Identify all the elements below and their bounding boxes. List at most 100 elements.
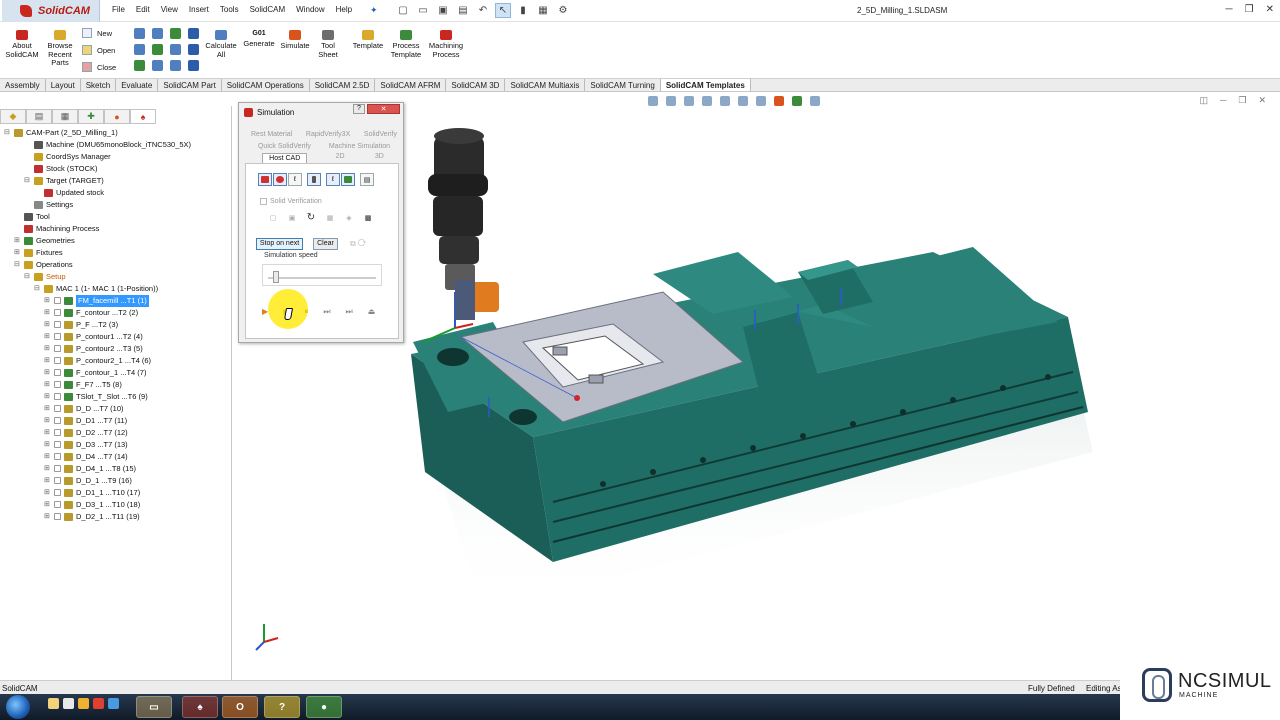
tree-item[interactable]: ⊞ P_F ...T2 (3) xyxy=(4,319,230,331)
tree-item[interactable]: Stock (STOCK) xyxy=(4,163,230,175)
tree-item[interactable]: ⊞ F_F7 ...T5 (8) xyxy=(4,379,230,391)
tab-sketch[interactable]: Sketch xyxy=(81,79,117,91)
show-tool-icon[interactable]: ℓ xyxy=(288,173,302,186)
new-document-icon[interactable]: ▢ xyxy=(395,3,411,18)
tree-item[interactable]: ⊟ Target (TARGET) xyxy=(4,175,230,187)
tree-item[interactable]: ⊞ Geometries xyxy=(4,235,230,247)
close-button[interactable]: Close xyxy=(82,62,116,72)
tree-item[interactable]: ⊞ D_D ...T7 (10) xyxy=(4,403,230,415)
show-holder-icon[interactable] xyxy=(307,173,321,186)
menu-view[interactable]: View xyxy=(161,5,178,14)
operation-checkbox[interactable] xyxy=(54,489,61,496)
clear-button[interactable]: Clear xyxy=(313,238,338,250)
tree-item[interactable]: ⊞ F_contour ...T2 (2) xyxy=(4,307,230,319)
tree-item[interactable]: ⊞ D_D2 ...T7 (12) xyxy=(4,427,230,439)
expand-icon[interactable]: ⊞ xyxy=(44,391,50,403)
quick-launch-icon[interactable] xyxy=(108,698,119,709)
quick-launch-icon[interactable] xyxy=(48,698,59,709)
collapse-icon[interactable]: ⊟ xyxy=(24,271,30,283)
tab-3d[interactable]: 3D xyxy=(373,153,386,163)
quick-launch-icon[interactable] xyxy=(63,698,74,709)
machining-process-button[interactable]: Machining Process xyxy=(424,30,468,59)
grid-icon[interactable]: ▩ xyxy=(361,211,375,224)
about-solidcam-button[interactable]: About SolidCAM xyxy=(4,30,40,59)
generate-button[interactable]: G01 Generate xyxy=(240,30,278,49)
options-gear-icon[interactable]: ⚙ xyxy=(555,3,571,18)
tree-item[interactable]: ⊟ CAM-Part (2_5D_Milling_1) xyxy=(4,127,230,139)
operation-checkbox[interactable] xyxy=(54,321,61,328)
slider-thumb[interactable] xyxy=(273,271,280,283)
app-taskbar-icon[interactable]: ● xyxy=(306,696,342,718)
ribbon-icon[interactable] xyxy=(170,28,181,39)
simulation-speed-slider[interactable] xyxy=(262,264,382,286)
tab-solidcam-afrm[interactable]: SolidCAM AFRM xyxy=(375,79,447,91)
menu-solidcam[interactable]: SolidCAM xyxy=(250,5,286,14)
quick-launch-icon[interactable] xyxy=(78,698,89,709)
expand-icon[interactable]: ⊞ xyxy=(44,427,50,439)
tree-item[interactable]: Machine (DMU65monoBlock_iTNC530_5X) xyxy=(4,139,230,151)
tab-2d[interactable]: 2D xyxy=(334,153,347,163)
operation-checkbox[interactable] xyxy=(54,357,61,364)
menu-edit[interactable]: Edit xyxy=(136,5,150,14)
expand-icon[interactable]: ⊞ xyxy=(44,343,50,355)
tree-item[interactable]: ⊟ Operations xyxy=(4,259,230,271)
tree-item[interactable]: ⊞ D_D2_1 ...T11 (19) xyxy=(4,511,230,523)
expand-icon[interactable]: ⊞ xyxy=(44,307,50,319)
ribbon-icon[interactable] xyxy=(152,60,163,71)
ribbon-icon[interactable] xyxy=(134,60,145,71)
ribbon-icon[interactable] xyxy=(152,28,163,39)
show-target-icon[interactable] xyxy=(273,173,287,186)
outlook-taskbar-icon[interactable]: O xyxy=(222,696,258,718)
feature-tree-icon[interactable]: ◆ xyxy=(0,109,26,124)
tool-sheet-button[interactable]: Tool Sheet xyxy=(314,30,342,59)
operation-checkbox[interactable] xyxy=(54,393,61,400)
tree-item[interactable]: ⊞ TSlot_T_Slot ...T6 (9) xyxy=(4,391,230,403)
next-icon[interactable]: ⏭ xyxy=(323,307,330,317)
operation-checkbox[interactable] xyxy=(54,309,61,316)
template-button[interactable]: Template xyxy=(350,30,386,51)
display-manager-icon[interactable]: ● xyxy=(104,109,130,124)
help-button[interactable]: ? xyxy=(353,104,365,114)
rebuild-icon[interactable]: ▮ xyxy=(515,3,531,18)
ribbon-icon[interactable] xyxy=(170,60,181,71)
new-button[interactable]: New xyxy=(82,28,112,38)
tree-item[interactable]: ⊞ D_D1 ...T7 (11) xyxy=(4,415,230,427)
expand-icon[interactable]: ⊞ xyxy=(44,379,50,391)
select-arrow-icon[interactable]: ↖ xyxy=(495,3,511,18)
tree-item[interactable]: ⊞ P_contour2 ...T3 (5) xyxy=(4,343,230,355)
tab-solidcam-2-5d[interactable]: SolidCAM 2.5D xyxy=(310,79,376,91)
operation-checkbox[interactable] xyxy=(54,297,61,304)
tab-solidcam-multiaxis[interactable]: SolidCAM Multiaxis xyxy=(505,79,586,91)
show-toolpath-icon[interactable]: ℓ xyxy=(326,173,340,186)
browse-recent-parts-button[interactable]: Browse Recent Parts xyxy=(44,30,76,68)
collapse-icon[interactable]: ⊟ xyxy=(14,259,20,271)
operation-checkbox[interactable] xyxy=(54,369,61,376)
open-button[interactable]: Open xyxy=(82,45,115,55)
show-fixture-icon[interactable] xyxy=(341,173,355,186)
expand-icon[interactable]: ⊞ xyxy=(44,511,50,523)
tree-item[interactable]: ⊞ F_contour_1 ...T4 (7) xyxy=(4,367,230,379)
tab-evaluate[interactable]: Evaluate xyxy=(116,79,159,91)
expand-icon[interactable]: ⊞ xyxy=(44,355,50,367)
tab-solidverify[interactable]: SolidVerify xyxy=(362,131,399,138)
tree-item[interactable]: ⊞ Fixtures xyxy=(4,247,230,259)
expand-icon[interactable]: ⊞ xyxy=(44,367,50,379)
operation-checkbox[interactable] xyxy=(54,453,61,460)
simulate-button[interactable]: Simulate xyxy=(278,30,312,51)
eject-icon[interactable]: ⏏ xyxy=(368,307,376,317)
tree-item[interactable]: CoordSys Manager xyxy=(4,151,230,163)
restore-icon[interactable]: ❐ xyxy=(1245,4,1254,15)
open-folder-icon[interactable]: ▭ xyxy=(415,3,431,18)
expand-icon[interactable]: ⊞ xyxy=(44,319,50,331)
property-manager-icon[interactable]: ▤ xyxy=(26,109,52,124)
solidcam-manager-icon[interactable]: ♠ xyxy=(130,109,156,124)
verify-icon-5[interactable]: ◈ xyxy=(342,211,356,224)
save-icon[interactable]: ▣ xyxy=(435,3,451,18)
tab-rapidverify3x[interactable]: RapidVerify3X xyxy=(304,131,352,138)
quick-launch-icon[interactable] xyxy=(93,698,104,709)
tab-assembly[interactable]: Assembly xyxy=(0,79,46,91)
expand-icon[interactable]: ⊞ xyxy=(14,235,20,247)
expand-icon[interactable]: ⊞ xyxy=(44,331,50,343)
tree-item[interactable]: ⊞ D_D4 ...T7 (14) xyxy=(4,451,230,463)
extra-option-icons[interactable]: ⧉ ⟳ xyxy=(350,239,367,249)
